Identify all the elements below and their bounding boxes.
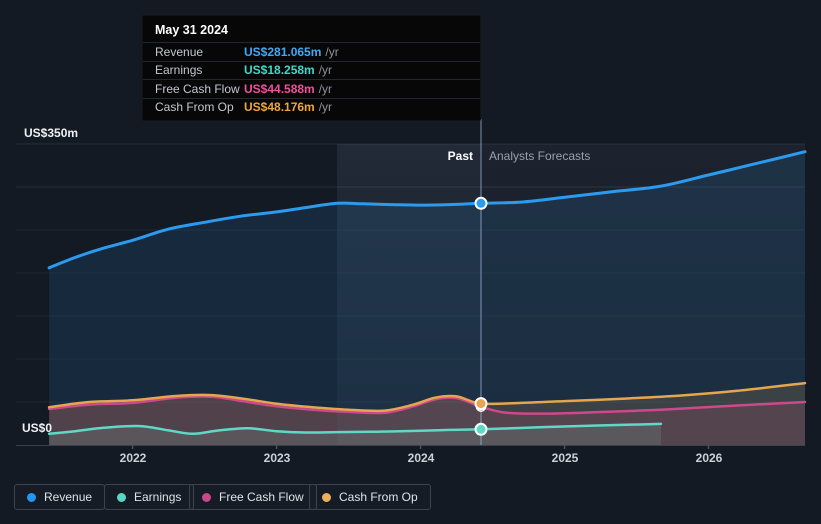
tooltip-label: Free Cash Flow — [155, 81, 240, 96]
tooltip-label: Revenue — [155, 44, 204, 59]
legend-label: Cash From Op — [339, 490, 418, 504]
tooltip-unit: /yr — [325, 44, 339, 59]
earnings-revenue-growth-chart: May 31 2024 Revenue US$281.065m /yr Earn… — [0, 0, 821, 524]
past-region-label: Past — [447, 149, 473, 163]
tooltip-unit: /yr — [318, 100, 333, 115]
tooltip-unit: /yr — [318, 81, 333, 96]
tooltip-value: US$281.065m — [244, 44, 322, 59]
tooltip-date: May 31 2024 — [155, 23, 228, 37]
tooltip-row-revenue: Revenue US$281.065m /yr — [143, 42, 480, 61]
chart-tooltip: May 31 2024 Revenue US$281.065m /yr Earn… — [142, 15, 481, 121]
earnings-hover-dot — [474, 422, 488, 436]
tooltip-value: US$44.588m — [244, 81, 315, 96]
legend-item-revenue[interactable]: Revenue — [14, 484, 106, 510]
tooltip-row-free-cash-flow: Free Cash Flow US$44.588m /yr — [143, 79, 480, 98]
legend-label: Revenue — [44, 490, 93, 504]
earnings-swatch-icon — [117, 492, 126, 502]
legend-item-free-cash-flow[interactable]: Free Cash Flow — [189, 484, 317, 510]
revenue-swatch-icon — [27, 492, 36, 502]
y-axis-max-label: US$350m — [24, 126, 79, 140]
x-tick-2025: 2025 — [551, 451, 579, 465]
tooltip-row-cash-from-op: Cash From Op US$48.176m /yr — [143, 97, 480, 117]
tooltip-label: Cash From Op — [155, 100, 234, 115]
cash-from-op-swatch-icon — [322, 492, 331, 502]
forecast-region-label: Analysts Forecasts — [489, 149, 591, 163]
x-tick-2023: 2023 — [263, 451, 291, 465]
x-tick-2024: 2024 — [407, 451, 435, 465]
x-tick-2026: 2026 — [695, 451, 723, 465]
y-axis-zero-label: US$0 — [22, 421, 53, 435]
legend: Revenue Earnings Free Cash Flow Cash Fro… — [0, 484, 821, 510]
revenue-hover-dot — [474, 196, 488, 210]
free-cash-flow-swatch-icon — [202, 492, 211, 502]
x-tick-2022: 2022 — [119, 451, 147, 465]
tooltip-row-earnings: Earnings US$18.258m /yr — [143, 60, 480, 80]
legend-item-cash-from-op[interactable]: Cash From Op — [309, 484, 431, 510]
legend-item-earnings[interactable]: Earnings — [104, 484, 195, 510]
tooltip-label: Earnings — [155, 63, 203, 78]
tooltip-value: US$18.258m — [244, 63, 315, 78]
tooltip-value: US$48.176m — [244, 100, 315, 115]
legend-label: Earnings — [134, 490, 182, 504]
legend-label: Free Cash Flow — [219, 490, 304, 504]
tooltip-unit: /yr — [318, 63, 333, 78]
cash-from-op-hover-dot — [474, 397, 488, 411]
